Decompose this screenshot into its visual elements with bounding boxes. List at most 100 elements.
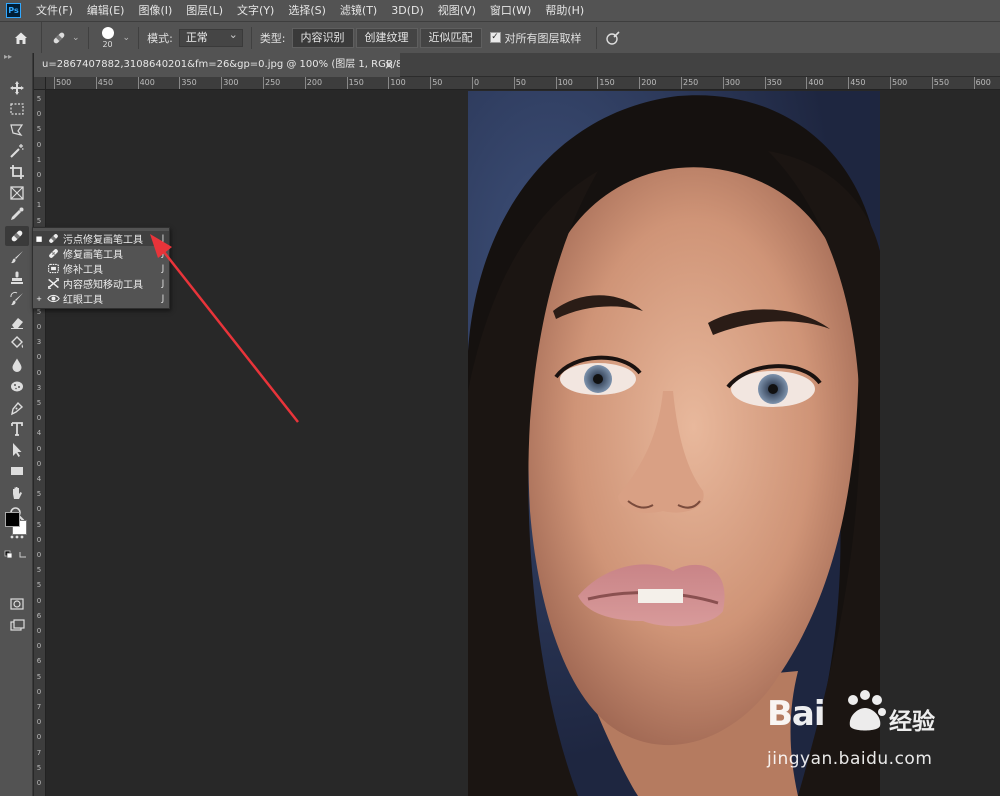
ruler-v-label: 4: [36, 475, 42, 483]
spot-healing-brush-icon: [45, 232, 61, 246]
quick-mask-button[interactable]: [5, 594, 29, 614]
paint-bucket-tool[interactable]: [5, 333, 29, 353]
ruler-h-tick: [681, 77, 682, 89]
hand-icon: [13, 487, 22, 499]
ruler-h-label: 300: [724, 78, 741, 87]
home-button[interactable]: [0, 21, 42, 54]
flyout-item-label: 污点修复画笔工具: [63, 235, 143, 246]
ruler-h-label: 500: [892, 78, 908, 87]
clone-stamp-tool[interactable]: [5, 268, 29, 288]
type-proximity-match-button[interactable]: 近似匹配: [419, 27, 482, 48]
ruler-h-tick: [472, 77, 473, 89]
ruler-h-label: 400: [139, 78, 155, 87]
menu-3d[interactable]: 3D(D): [384, 0, 431, 21]
ruler-h-tick: [221, 77, 223, 89]
path-selection-tool[interactable]: [5, 440, 29, 460]
photoshop-logo: Ps: [6, 3, 21, 18]
eyedropper-tool[interactable]: [5, 204, 29, 224]
baidu-jingyan-watermark: Bai 经验 jingyan.baidu.com: [765, 688, 955, 778]
document-tab[interactable]: u=2867407882,3108640201&fm=26&gp=0.jpg @…: [34, 53, 400, 77]
menu-edit[interactable]: 编辑(E): [80, 0, 132, 21]
ruler-h-tick: [304, 77, 306, 89]
ruler-v-label: 0: [36, 627, 42, 635]
ruler-h-label: 0: [474, 78, 480, 87]
brush-picker[interactable]: 20: [97, 24, 119, 52]
menu-image[interactable]: 图像(I): [131, 0, 179, 21]
swap-colors-icon[interactable]: [4, 550, 30, 560]
brush-tool[interactable]: [5, 247, 29, 267]
menu-window[interactable]: 窗口(W): [483, 0, 538, 21]
history-brush-icon: [10, 291, 23, 306]
ruler-h-label: 350: [766, 78, 782, 87]
flyout-item-patch-tool[interactable]: 修补工具 J: [33, 261, 169, 276]
pen-tool[interactable]: [5, 398, 29, 418]
type-content-aware-button[interactable]: 内容识别: [291, 27, 354, 48]
chevron-down-icon[interactable]: ⌄: [123, 33, 131, 43]
blur-tool[interactable]: [5, 355, 29, 375]
menu-file[interactable]: 文件(F): [29, 0, 80, 21]
ruler-h-label: 100: [557, 78, 573, 87]
type-label: 类型:: [259, 31, 286, 45]
flyout-item-healing-brush[interactable]: 修复画笔工具 J: [33, 246, 169, 261]
menu-type[interactable]: 文字(Y): [230, 0, 281, 21]
paw-logo-icon: [848, 690, 886, 731]
sample-all-layers-label: 对所有图层取样: [504, 31, 582, 45]
spot-healing-brush-tool[interactable]: [5, 226, 29, 246]
tool-preset-picker[interactable]: [50, 29, 68, 47]
type-tool[interactable]: [5, 419, 29, 439]
shortcut-key: J: [161, 278, 165, 289]
dodge-tool[interactable]: [5, 376, 29, 396]
ruler-v-label: 0: [36, 687, 42, 696]
ruler-h-tick: [973, 77, 975, 89]
sample-all-layers-checkbox[interactable]: ✓: [489, 32, 501, 43]
hand-tool[interactable]: [5, 483, 29, 503]
menu-view[interactable]: 视图(V): [431, 0, 483, 21]
magic-wand-tool[interactable]: [5, 141, 29, 161]
ruler-origin[interactable]: [34, 77, 46, 90]
plus-icon: +: [36, 294, 42, 303]
eraser-tool[interactable]: [5, 312, 29, 332]
ruler-h-tick: [806, 77, 808, 89]
rectangle-tool[interactable]: [5, 461, 29, 481]
rectangle-icon: [11, 467, 23, 475]
ruler-h-label: 600: [975, 78, 991, 87]
ruler-v-label: 5: [36, 672, 42, 681]
ruler-h-tick: [137, 77, 139, 89]
mode-select[interactable]: 正常: [178, 27, 243, 47]
ruler-h-tick: [722, 77, 724, 89]
ruler-h-label: 50: [432, 78, 443, 87]
separator: [250, 26, 252, 49]
frame-tool[interactable]: [5, 183, 29, 203]
close-icon[interactable]: ×: [384, 53, 394, 77]
shortcut-key: J: [161, 233, 165, 244]
menu-filter[interactable]: 滤镜(T): [333, 0, 384, 21]
separator: [595, 26, 597, 49]
crop-tool[interactable]: [5, 162, 29, 182]
panel-grip-icon[interactable]: ▸▸: [0, 53, 32, 63]
marquee-tool[interactable]: [5, 99, 29, 119]
screen-mode-button[interactable]: [5, 615, 29, 635]
shortcut-key: J: [161, 293, 165, 304]
move-tool[interactable]: [5, 78, 29, 98]
horizontal-ruler[interactable]: 500 450 400 350 300 250 200 150 100 50 0 50 100 150 20…: [46, 77, 1000, 90]
menu-select[interactable]: 选择(S): [281, 0, 333, 21]
ruler-h-label: 450: [850, 78, 866, 87]
flyout-item-red-eye[interactable]: + 红眼工具 J: [33, 291, 169, 307]
vertical-ruler[interactable]: 5050100150200250300350400450500550600650…: [34, 90, 46, 796]
magic-wand-icon: [10, 144, 24, 158]
type-create-texture-button[interactable]: 创建纹理: [355, 27, 418, 48]
ruler-h-tick: [597, 77, 599, 89]
flyout-item-spot-healing-brush[interactable]: ■ 污点修复画笔工具 J: [33, 231, 169, 246]
pressure-brush-icon[interactable]: [605, 30, 621, 46]
chevron-down-icon[interactable]: ⌄: [72, 33, 80, 43]
menu-help[interactable]: 帮助(H): [538, 0, 591, 21]
menu-layer[interactable]: 图层(L): [179, 0, 230, 21]
lasso-tool[interactable]: [5, 120, 29, 140]
foreground-color-swatch[interactable]: [5, 512, 20, 527]
separator: [87, 26, 89, 49]
flyout-item-content-aware-move[interactable]: 内容感知移动工具 J: [33, 276, 169, 291]
mode-label: 模式:: [147, 31, 173, 45]
path-selection-icon: [13, 443, 22, 457]
history-brush-tool[interactable]: [5, 289, 29, 309]
spot-healing-brush-icon: [11, 230, 23, 242]
